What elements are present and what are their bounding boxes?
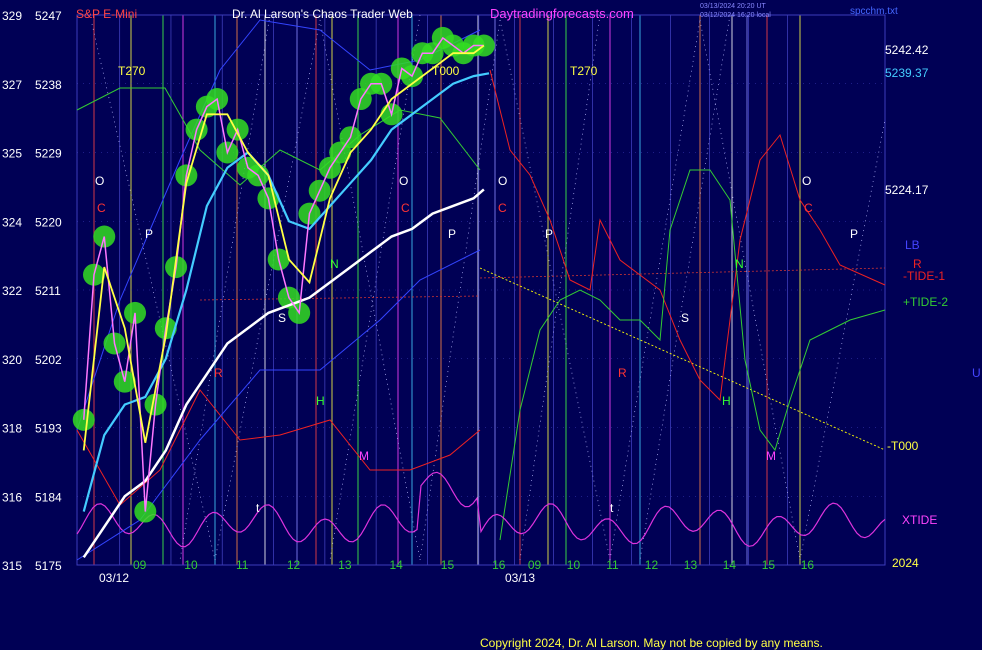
y-tick-outer-label: 320 [2, 353, 22, 367]
cycle-annotation-label: H [722, 394, 731, 408]
x-hour-tick-label: 09 [528, 558, 542, 572]
y-tick-inner-label: 5193 [35, 422, 62, 436]
right-axis-label: -TIDE-1 [903, 269, 945, 283]
timestamp-ut: 03/13/2024 20:20 UT [700, 3, 766, 10]
x-hour-tick-label: 13 [684, 558, 698, 572]
cycle-annotation-label: C [97, 201, 106, 215]
chart-symbol-title: S&P E-Mini [76, 7, 137, 21]
cycle-annotation-label: M [766, 449, 776, 463]
x-hour-tick-label: 10 [184, 558, 198, 572]
cycle-annotation-label: N [735, 257, 744, 271]
y-tick-inner-label: 5211 [35, 284, 61, 298]
y-tick-outer-label: 315 [2, 559, 22, 573]
x-hour-tick-label: 13 [338, 558, 352, 572]
y-tick-outer-label: 316 [2, 490, 22, 504]
x-hour-tick-label: 11 [606, 558, 619, 572]
right-axis-label: 5224.17 [885, 183, 929, 197]
cycle-annotation-label: T270 [118, 64, 146, 78]
chaos-trader-chart: 329 5247 327 5238 325 5229 324 5220 322 5211 320 52… [0, 0, 982, 650]
x-hour-tick-label: 14 [723, 558, 737, 572]
y-tick-outer-label: 318 [2, 422, 22, 436]
y-tick-inner-label: 5247 [35, 9, 62, 23]
x-hour-tick-label: 12 [287, 558, 301, 572]
x-hour-tick-label: 16 [801, 558, 815, 572]
x-hour-tick-label: 10 [567, 558, 581, 572]
cycle-annotation-label: R [214, 366, 223, 380]
cycle-annotation-label: P [145, 227, 153, 241]
right-axis-label: 5239.37 [885, 66, 929, 80]
y-tick-outer-label: 327 [2, 78, 22, 92]
cycle-annotation-label: C [401, 201, 410, 215]
right-axis-label: LB [905, 238, 920, 252]
right-axis-label: +TIDE-2 [903, 295, 948, 309]
cycle-annotation-label: R [618, 366, 627, 380]
y-tick-inner-label: 5220 [35, 215, 62, 229]
cycle-annotation-label: O [95, 174, 104, 188]
chart-background [0, 0, 982, 650]
y-tick-outer-label: 329 [2, 9, 22, 23]
cycle-annotation-label: N [330, 257, 339, 271]
cycle-annotation-label: T000 [432, 64, 460, 78]
x-hour-tick-label: 15 [441, 558, 455, 572]
right-axis-label: U [972, 366, 981, 380]
y-tick-inner-label: 5238 [35, 78, 62, 92]
y-tick-inner-label: 5229 [35, 147, 62, 161]
right-axis-label: 5242.42 [885, 43, 929, 57]
cycle-annotation-label: O [498, 174, 507, 188]
cycle-annotation-label: M [359, 449, 369, 463]
cycle-annotation-label: P [850, 227, 858, 241]
cycle-annotation-label: P [448, 227, 456, 241]
cycle-annotation-label: S [278, 311, 286, 325]
y-tick-inner-label: 5202 [35, 353, 62, 367]
site-label: Daytradingforecasts.com [490, 6, 634, 21]
y-tick-outer-label: 322 [2, 284, 22, 298]
cycle-annotation-label: O [802, 174, 811, 188]
cycle-annotation-label: T270 [570, 64, 598, 78]
x-date-label: 03/12 [99, 571, 129, 585]
cycle-annotation-label: H [316, 394, 325, 408]
cycle-annotation-label: S [681, 311, 689, 325]
data-filename: spcchm.txt [850, 6, 898, 17]
copyright: Copyright 2024, Dr. Al Larson. May not b… [480, 636, 823, 650]
right-axis-label: XTIDE [902, 513, 937, 527]
cycle-annotation-label: C [804, 201, 813, 215]
cycle-annotation-label: C [498, 201, 507, 215]
x-hour-tick-label: 09 [133, 558, 147, 572]
y-tick-inner-label: 5175 [35, 559, 62, 573]
x-hour-tick-label: 12 [645, 558, 659, 572]
y-tick-outer-label: 324 [2, 215, 22, 229]
cycle-annotation-label: O [399, 174, 408, 188]
x-hour-tick-label: 16 [492, 558, 506, 572]
timestamp-local: 03/12/2024 16:20 local [700, 12, 771, 19]
right-axis-label: 2024 [892, 556, 919, 570]
cycle-annotation-label: P [545, 227, 553, 241]
x-hour-tick-label: 15 [762, 558, 776, 572]
right-axis-label: -T000 [887, 439, 919, 453]
x-hour-tick-label: 14 [389, 558, 403, 572]
y-tick-outer-label: 325 [2, 147, 22, 161]
y-tick-inner-label: 5184 [35, 490, 62, 504]
x-hour-tick-label: 11 [236, 558, 249, 572]
x-date-label: 03/13 [505, 571, 535, 585]
chart-title: Dr. Al Larson's Chaos Trader Web [232, 7, 413, 21]
